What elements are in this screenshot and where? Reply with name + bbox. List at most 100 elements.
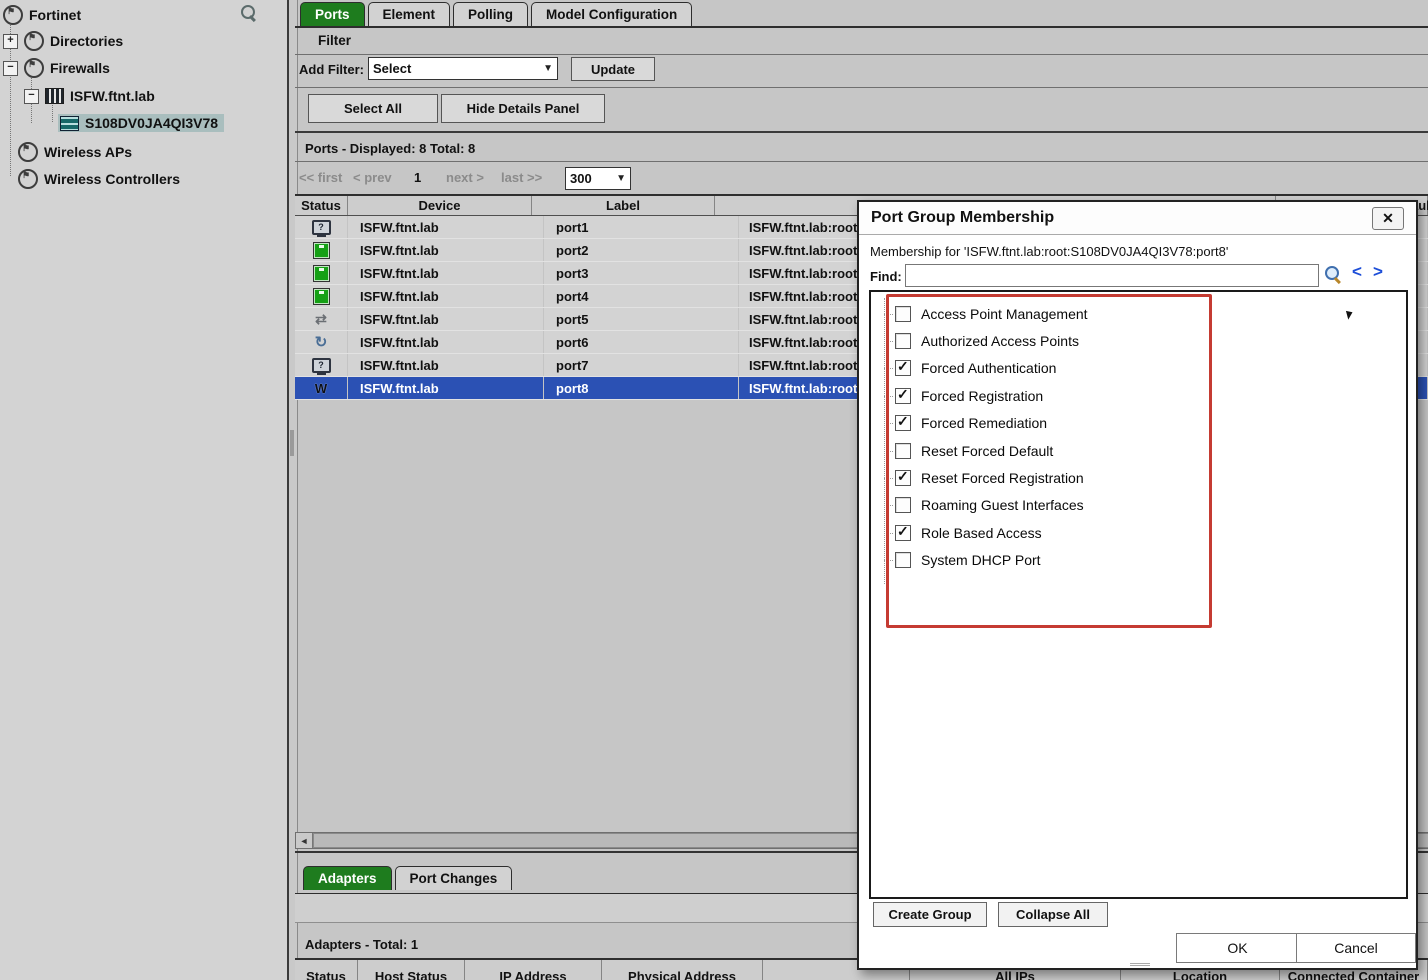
group-checkbox-2[interactable] [895, 360, 911, 376]
group-circle-icon [3, 5, 23, 25]
cell-label: port2 [544, 239, 739, 261]
switch-icon [60, 116, 79, 131]
ok-button[interactable]: OK [1176, 933, 1299, 963]
search-icon[interactable] [240, 4, 258, 22]
group-checkbox-1[interactable] [895, 333, 911, 349]
group-label: Roaming Guest Interfaces [921, 497, 1084, 513]
cell-label: port7 [544, 354, 739, 376]
pagination-current-page: 1 [414, 170, 421, 185]
group-circle-icon [24, 58, 44, 78]
group-checkbox-8[interactable] [895, 525, 911, 541]
collapse-minus-icon[interactable]: − [24, 89, 39, 104]
add-filter-select[interactable]: Select ▼ [368, 57, 558, 80]
group-item-4[interactable]: Forced Remediation [871, 410, 1406, 437]
app-window: Fortinet + Directories − Firewalls − ISF… [0, 0, 1428, 980]
sidebar-item-isfw[interactable]: − ISFW.ftnt.lab [24, 85, 155, 107]
group-label: Forced Remediation [921, 415, 1047, 431]
group-checkbox-4[interactable] [895, 415, 911, 431]
group-item-6[interactable]: Reset Forced Registration [871, 464, 1406, 491]
group-item-9[interactable]: System DHCP Port [871, 547, 1406, 574]
divider [295, 87, 1428, 88]
group-list: Access Point Management Authorized Acces… [869, 290, 1408, 899]
group-checkbox-9[interactable] [895, 552, 911, 568]
sidebar-item-directories[interactable]: + Directories [3, 30, 123, 52]
group-item-8[interactable]: Role Based Access [871, 519, 1406, 546]
tab-adapters[interactable]: Adapters [303, 866, 392, 890]
divider [295, 131, 1428, 133]
cell-label: port6 [544, 331, 739, 353]
sidebar-item-fortinet[interactable]: Fortinet [3, 4, 81, 26]
group-label: Authorized Access Points [921, 333, 1079, 349]
hide-details-panel-button[interactable]: Hide Details Panel [441, 94, 605, 123]
group-checkbox-6[interactable] [895, 470, 911, 486]
sidebar-item-wireless-aps[interactable]: Wireless APs [18, 141, 132, 163]
column-header-label[interactable]: Label [532, 196, 715, 215]
cancel-button[interactable]: Cancel [1296, 933, 1416, 963]
group-circle-icon [24, 31, 44, 51]
tab-model-configuration[interactable]: Model Configuration [531, 2, 692, 26]
status-icon-3 [313, 288, 330, 305]
pagination-last[interactable]: last >> [501, 170, 542, 185]
status-icon-0 [312, 220, 331, 235]
group-checkbox-5[interactable] [895, 443, 911, 459]
create-group-button[interactable]: Create Group [873, 902, 987, 927]
column-header-ip-address[interactable]: IP Address [465, 960, 602, 980]
pagination-first[interactable]: << first [299, 170, 342, 185]
find-input[interactable] [905, 264, 1319, 287]
tree-selection-highlight: S108DV0JA4QI3V78 [58, 114, 224, 132]
select-all-button[interactable]: Select All [308, 94, 438, 123]
resize-gripper[interactable] [1130, 963, 1150, 967]
group-item-5[interactable]: Reset Forced Default [871, 437, 1406, 464]
tree-label-directories: Directories [50, 33, 123, 49]
collapse-minus-icon[interactable]: − [3, 61, 18, 76]
cell-label: port4 [544, 285, 739, 307]
add-filter-select-value: Select [373, 61, 411, 76]
pagination-next[interactable]: next > [446, 170, 484, 185]
group-item-2[interactable]: Forced Authentication [871, 355, 1406, 382]
tree-label-wireless-aps: Wireless APs [44, 144, 132, 160]
find-search-icon[interactable] [1323, 264, 1343, 284]
group-label: Role Based Access [921, 525, 1042, 541]
collapse-all-button[interactable]: Collapse All [998, 902, 1108, 927]
group-checkbox-3[interactable] [895, 388, 911, 404]
column-header-status[interactable]: Status [295, 196, 348, 215]
group-item-0[interactable]: Access Point Management [871, 300, 1406, 327]
cell-device: ISFW.ftnt.lab [348, 216, 544, 238]
sidebar-item-firewalls[interactable]: − Firewalls [3, 57, 110, 79]
filter-section-label: Filter [318, 33, 351, 48]
tab-ports[interactable]: Ports [300, 2, 365, 26]
status-icon-5 [312, 334, 330, 350]
column-header-device[interactable]: Device [348, 196, 532, 215]
sidebar-item-wireless-controllers[interactable]: Wireless Controllers [18, 168, 180, 190]
group-checkbox-7[interactable] [895, 497, 911, 513]
adapters-summary: Adapters - Total: 1 [305, 937, 418, 952]
group-item-3[interactable]: Forced Registration [871, 382, 1406, 409]
cell-label: port5 [544, 308, 739, 330]
group-item-1[interactable]: Authorized Access Points [871, 327, 1406, 354]
cell-device: ISFW.ftnt.lab [348, 308, 544, 330]
sidebar-item-switch[interactable]: S108DV0JA4QI3V78 [58, 112, 224, 134]
tree-label-switch: S108DV0JA4QI3V78 [85, 115, 218, 131]
column-header-status[interactable]: Status [295, 960, 358, 980]
group-checkbox-0[interactable] [895, 306, 911, 322]
find-next-icon[interactable]: > [1373, 262, 1383, 282]
tree-label-firewalls: Firewalls [50, 60, 110, 76]
dialog-titlebar[interactable]: Port Group Membership ✕ [859, 202, 1416, 235]
pagination-prev[interactable]: < prev [353, 170, 392, 185]
splitter-grip[interactable] [290, 430, 294, 456]
update-button[interactable]: Update [571, 57, 655, 81]
close-icon[interactable]: ✕ [1372, 207, 1404, 230]
status-icon-2 [313, 265, 330, 282]
group-circle-icon [18, 142, 38, 162]
column-header-physical-address[interactable]: Physical Address [602, 960, 763, 980]
column-header-host-status[interactable]: Host Status [358, 960, 465, 980]
tab-port-changes[interactable]: Port Changes [395, 866, 513, 890]
find-prev-icon[interactable]: < [1352, 262, 1362, 282]
expand-plus-icon[interactable]: + [3, 34, 18, 49]
tab-polling[interactable]: Polling [453, 2, 528, 26]
page-size-select[interactable]: 300 ▼ [565, 167, 631, 190]
scrollbar-left-arrow-icon[interactable]: ◄ [296, 833, 313, 848]
cell-device: ISFW.ftnt.lab [348, 331, 544, 353]
tab-element[interactable]: Element [368, 2, 451, 26]
group-item-7[interactable]: Roaming Guest Interfaces [871, 492, 1406, 519]
